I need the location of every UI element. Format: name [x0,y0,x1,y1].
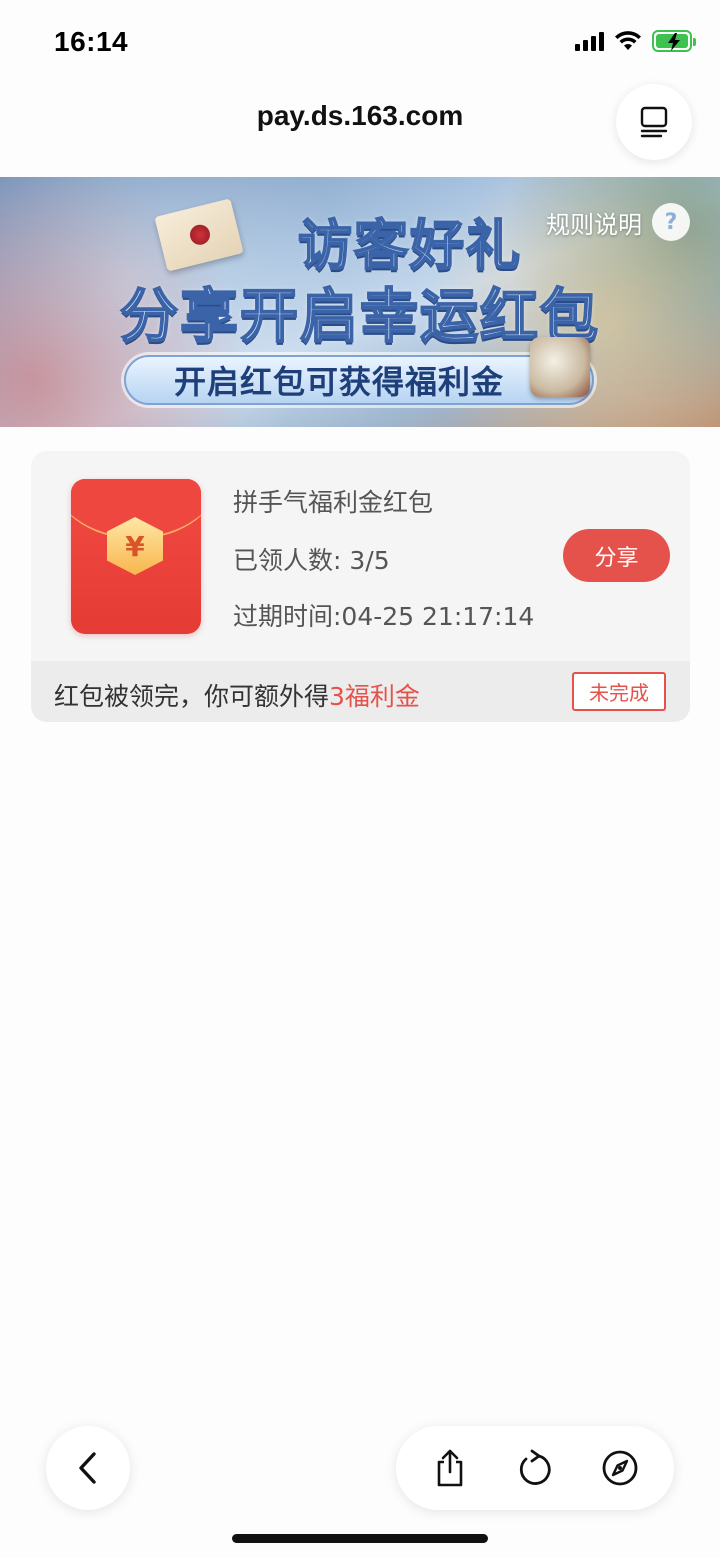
back-icon [79,1452,96,1484]
share-icon [438,1449,463,1487]
compass-icon [602,1450,638,1486]
share-page-button[interactable] [422,1440,478,1496]
claimed-count: 已领人数: 3/5 [233,546,390,575]
reload-button[interactable] [507,1440,563,1496]
browser-toolbar [396,1426,674,1510]
tabs-icon [640,106,668,138]
red-packet-icon: ¥ [71,479,201,634]
card-footer: 红包被领完，你可额外得3福利金 未完成 [31,661,690,722]
bonus-info-text: 红包被领完，你可额外得 [54,682,330,711]
share-button[interactable]: 分享 [563,529,670,582]
back-button[interactable] [46,1426,130,1510]
status-time: 16:14 [54,26,129,57]
treasure-chest-icon [530,337,590,397]
bonus-info: 红包被领完，你可额外得3福利金 [54,677,420,713]
status-icons [575,30,696,52]
bonus-reward: 3福利金 [329,682,420,711]
help-icon: ? [652,203,690,241]
red-packet-title: 拼手气福利金红包 [233,488,434,517]
tabs-button[interactable] [616,84,692,160]
banner-subtitle: 分享开启幸运红包 [119,283,600,350]
red-packet-card: ¥ 拼手气福利金红包 已领人数: 3/5 过期时间:04-25 21:17:14… [31,451,690,722]
promo-banner: 访客好礼 分享开启幸运红包 开启红包可获得福利金 规则说明 ? [0,177,720,427]
expire-time: 过期时间:04-25 21:17:14 [233,602,535,631]
status-badge: 未完成 [572,672,666,711]
wifi-icon [615,31,641,50]
rules-link[interactable]: 规则说明 ? [546,203,690,241]
address-bar-url[interactable]: pay.ds.163.com [0,100,720,132]
reload-icon [519,1449,551,1485]
cellular-signal-icon [575,31,604,51]
banner-ribbon: 开启红包可获得福利金 [124,355,594,405]
home-indicator [232,1534,488,1543]
page: 16:14 pay.ds.163.com 访客好礼 分享开启幸运红包 开启红包可… [0,0,720,1558]
open-in-browser-button[interactable] [592,1440,648,1496]
battery-charging-icon [652,30,696,52]
status-bar: 16:14 [0,0,720,80]
banner-ribbon-text: 开启红包可获得福利金 [173,364,504,400]
rules-label: 规则说明 [546,210,642,239]
